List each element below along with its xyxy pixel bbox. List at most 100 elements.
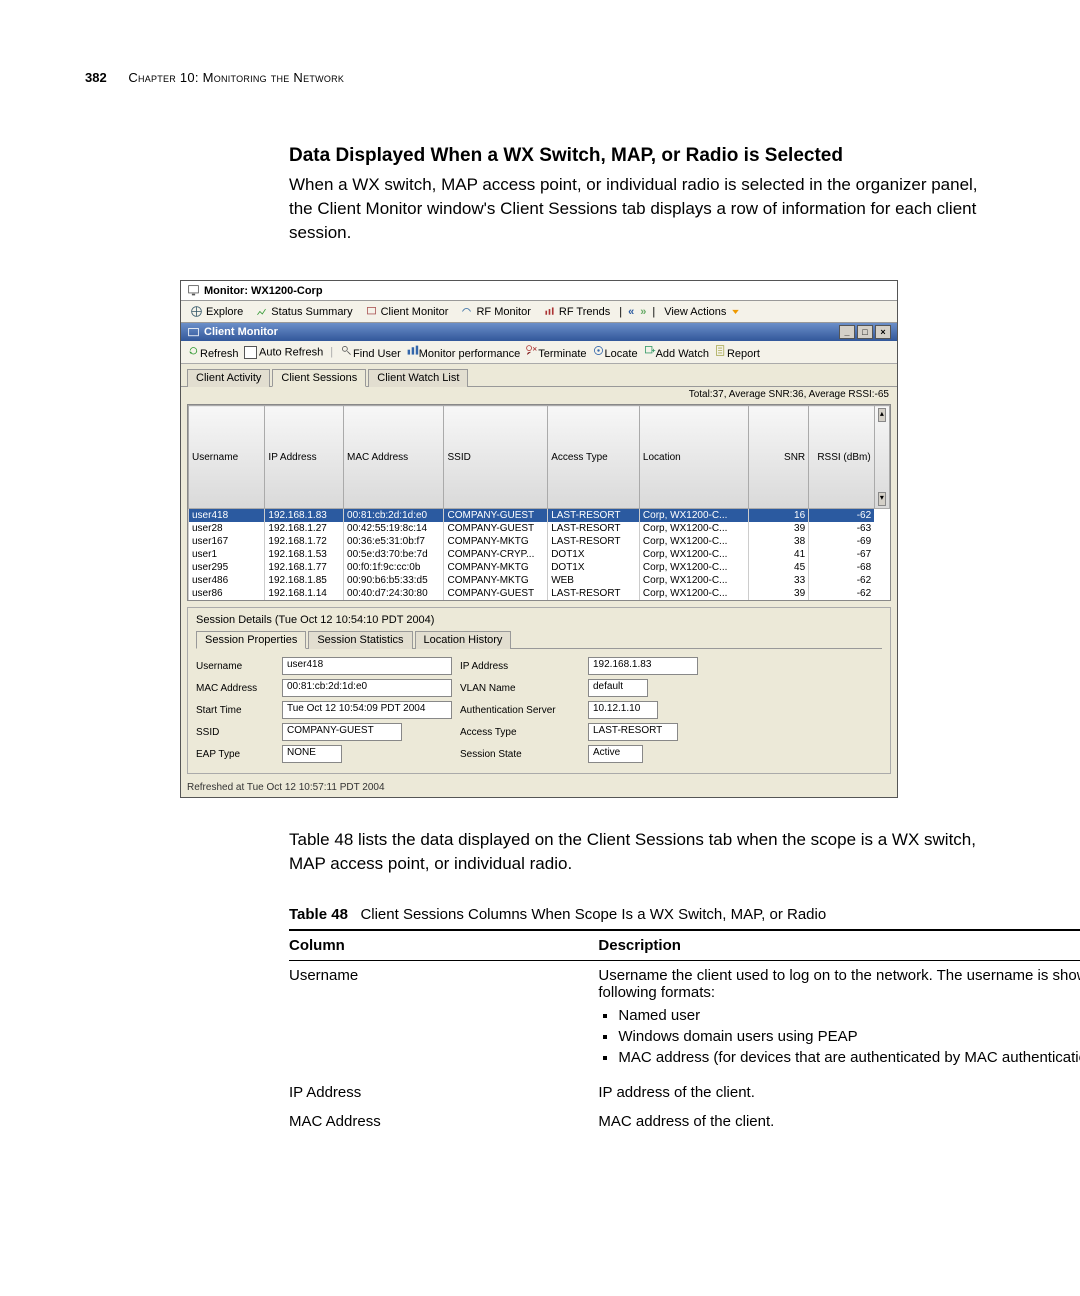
scrollbar[interactable]: ▴ ▾ [874,406,889,509]
sessions-table: Username IP Address MAC Address SSID Acc… [187,404,891,601]
monitor-perf-icon [406,344,419,357]
table-row-ip: IP Address IP address of the client. [289,1078,1080,1107]
nav-prev-button[interactable]: « [628,306,634,318]
bullet-windows-peap: Windows domain users using PEAP [618,1028,1080,1045]
session-tabs: Client Activity Client Sessions Client W… [181,364,897,387]
monitor-icon [187,284,200,297]
explore-button[interactable]: Explore [187,304,246,319]
client-monitor-icon [365,305,378,318]
label-username: Username [196,661,274,672]
tab-client-activity[interactable]: Client Activity [187,369,270,387]
details-tabs: Session Properties Session Statistics Lo… [196,630,882,649]
table48-title: Client Sessions Columns When Scope Is a … [360,906,826,923]
client-monitor-panel-icon [187,326,200,339]
status-summary-button[interactable]: Status Summary [252,304,355,319]
col-snr[interactable]: SNR [749,406,809,509]
tab-location-history[interactable]: Location History [415,631,512,649]
view-actions-button[interactable]: View Actions [661,304,745,319]
label-auth: Authentication Server [460,705,580,716]
col-ssid[interactable]: SSID [444,406,548,509]
col-mac[interactable]: MAC Address [344,406,444,509]
value-mac: 00:81:cb:2d:1d:e0 [282,679,452,697]
table-row[interactable]: user28192.168.1.2700:42:55:19:8c:14COMPA… [189,522,890,535]
table-row[interactable]: user295192.168.1.7700:f0:1f:9c:cc:0bCOMP… [189,561,890,574]
tab-client-watch-list[interactable]: Client Watch List [368,369,468,387]
label-ssid: SSID [196,727,274,738]
table48-caption: Table 48 Client Sessions Columns When Sc… [289,906,995,923]
page-header: 382 Chapter 10: Monitoring the Network [85,70,995,85]
find-user-button[interactable]: Find User [340,344,401,360]
tab-session-properties[interactable]: Session Properties [196,631,306,649]
top-toolbar: Explore Status Summary Client Monitor RF… [181,301,897,323]
table-row-mac: MAC Address MAC address of the client. [289,1107,1080,1136]
col-header-column: Column [289,930,598,961]
terminate-button[interactable]: Terminate [525,344,586,360]
col-username[interactable]: Username [189,406,265,509]
table-row-username: Username Username the client used to log… [289,960,1080,1078]
section-body: When a WX switch, MAP access point, or i… [289,173,995,244]
table-row[interactable]: user418192.168.1.8300:81:cb:2d:1d:e0COMP… [189,509,890,523]
table-row[interactable]: user86192.168.1.1400:40:d7:24:30:80COMPA… [189,587,890,600]
status-bar: Refreshed at Tue Oct 12 10:57:11 PDT 200… [181,780,897,797]
table-row[interactable]: user1192.168.1.5300:5e:d3:70:be:7dCOMPAN… [189,548,890,561]
col-header-description: Description [598,930,1080,961]
after-screenshot-text: Table 48 lists the data displayed on the… [289,828,995,876]
value-ip: 192.168.1.83 [588,657,698,675]
tab-client-sessions[interactable]: Client Sessions [272,369,366,387]
scroll-up-icon[interactable]: ▴ [878,408,886,422]
screenshot-monitor-window: Monitor: WX1200-Corp Explore Status Summ… [180,280,898,798]
report-icon [714,344,727,357]
window-title-bar: Monitor: WX1200-Corp [181,281,897,301]
client-monitor-button[interactable]: Client Monitor [362,304,452,319]
rf-monitor-icon [460,305,473,318]
monitor-performance-button[interactable]: Monitor performance [406,344,521,360]
session-details-panel: Session Details (Tue Oct 12 10:54:10 PDT… [187,607,891,774]
table-row[interactable]: user167192.168.1.7200:36:e5:31:0b:f7COMP… [189,535,890,548]
bullet-named-user: Named user [618,1007,1080,1024]
label-vlan: VLAN Name [460,683,580,694]
minimize-button[interactable]: _ [839,325,855,339]
rf-monitor-button[interactable]: RF Monitor [457,304,533,319]
terminate-icon [525,344,538,357]
scroll-down-icon[interactable]: ▾ [878,492,886,506]
value-start: Tue Oct 12 10:54:09 PDT 2004 [282,701,452,719]
status-icon [255,305,268,318]
col-rssi[interactable]: RSSI (dBm) [809,406,875,509]
value-access: LAST-RESORT [588,723,678,741]
label-state: Session State [460,749,580,760]
table48-label: Table 48 [289,906,348,923]
value-ssid: COMPANY-GUEST [282,723,402,741]
auto-refresh-toggle[interactable]: Auto Refresh [244,346,324,359]
label-eap: EAP Type [196,749,274,760]
value-auth: 10.12.1.10 [588,701,658,719]
section-title: Data Displayed When a WX Switch, MAP, or… [289,145,995,167]
value-eap: NONE [282,745,342,763]
locate-button[interactable]: Locate [592,344,638,360]
col-location[interactable]: Location [639,406,748,509]
report-button[interactable]: Report [714,344,760,360]
action-toolbar: Refresh Auto Refresh | Find User Monitor… [181,341,897,364]
stats-summary: Total:37, Average SNR:36, Average RSSI:-… [181,387,897,402]
refresh-button[interactable]: Refresh [187,344,239,360]
value-username: user418 [282,657,452,675]
label-start: Start Time [196,705,274,716]
label-mac: MAC Address [196,683,274,694]
refresh-icon [187,344,200,357]
label-access: Access Type [460,727,580,738]
client-monitor-header: Client Monitor _ □ × [181,323,897,341]
nav-next-button[interactable]: » [640,306,646,318]
chapter-name: Chapter 10: Monitoring the Network [128,70,344,85]
col-access[interactable]: Access Type [548,406,640,509]
add-watch-button[interactable]: Add Watch [643,344,709,360]
tab-session-statistics[interactable]: Session Statistics [308,631,412,649]
maximize-button[interactable]: □ [857,325,873,339]
down-arrow-icon [729,305,742,318]
table-header-row: Username IP Address MAC Address SSID Acc… [189,406,890,509]
table48: Column Description Username Username the… [289,929,1080,1136]
table-row[interactable]: user486192.168.1.8500:90:b6:b5:33:d5COMP… [189,574,890,587]
bullet-mac-auth: MAC address (for devices that are authen… [618,1049,1080,1066]
col-ip[interactable]: IP Address [265,406,344,509]
rf-trends-button[interactable]: RF Trends [540,304,613,319]
session-details-heading: Session Details (Tue Oct 12 10:54:10 PDT… [196,614,882,626]
close-button[interactable]: × [875,325,891,339]
